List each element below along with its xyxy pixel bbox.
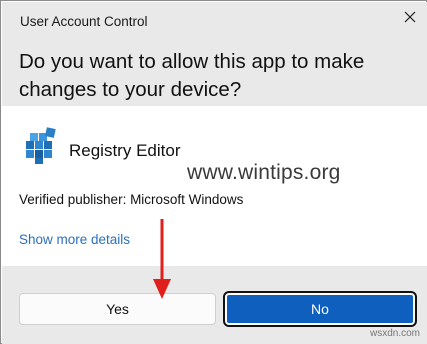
registry-editor-icon bbox=[26, 127, 56, 164]
site-watermark: wsxdn.com bbox=[369, 328, 420, 339]
no-button[interactable]: No bbox=[225, 293, 415, 325]
dialog-header: User Account Control Do you want to allo… bbox=[2, 2, 427, 106]
dialog-body: Registry Editor www.wintips.org Verified… bbox=[2, 106, 427, 266]
show-more-details-link[interactable]: Show more details bbox=[19, 232, 130, 247]
publisher-info: Verified publisher: Microsoft Windows bbox=[19, 192, 244, 207]
watermark-text: www.wintips.org bbox=[187, 161, 341, 184]
yes-button[interactable]: Yes bbox=[19, 293, 216, 325]
close-button[interactable] bbox=[397, 6, 423, 28]
annotation-arrow-icon bbox=[153, 219, 171, 299]
window-title: User Account Control bbox=[20, 14, 148, 29]
prompt-question: Do you want to allow this app to make ch… bbox=[19, 50, 365, 101]
dialog-footer: Yes No bbox=[2, 266, 427, 344]
uac-dialog: User Account Control Do you want to allo… bbox=[0, 0, 427, 344]
close-icon bbox=[404, 11, 416, 23]
app-name: Registry Editor bbox=[69, 141, 181, 160]
